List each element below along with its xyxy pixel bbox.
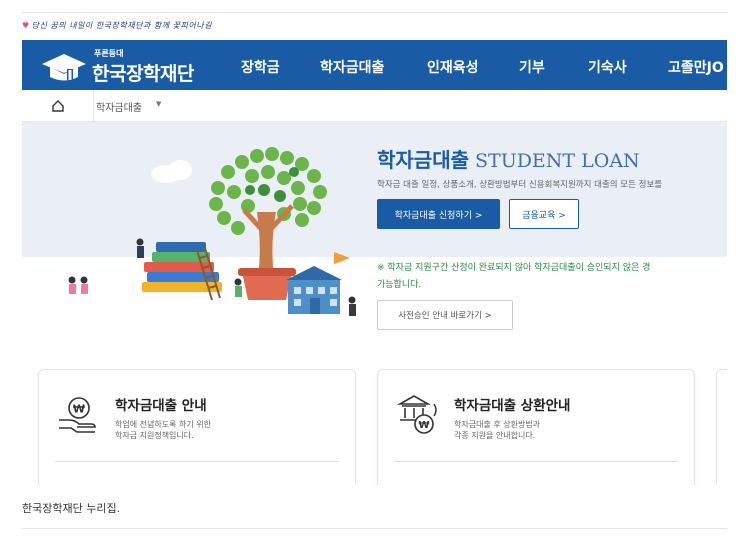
- card-description: 학자금대출 후 상환방법과 각종 지원을 안내합니다.: [454, 420, 541, 440]
- notice-text-line2: 가능합니다.: [377, 280, 422, 290]
- chevron-down-icon[interactable]: ▼: [156, 100, 161, 108]
- loan-guide-card[interactable]: ₩ 학자금대출 안내 학업에 전념하도록 하기 위한 학자금 지원정책입니다.: [38, 369, 356, 485]
- breadcrumb: 학자금대출 ▼: [22, 90, 727, 122]
- nav-highschool-grad[interactable]: 고졸만JO: [668, 57, 724, 77]
- nav-scholarship[interactable]: 장학금: [241, 57, 280, 77]
- home-icon: [51, 99, 64, 112]
- nav-donation[interactable]: 기부: [519, 57, 545, 77]
- nav-dormitory[interactable]: 기숙사: [588, 57, 627, 77]
- card-description: 학업에 전념하도록 하기 위한 학자금 지원정책입니다.: [115, 420, 211, 440]
- logo-title: 한국장학재단: [92, 63, 194, 85]
- card-divider: [394, 461, 678, 462]
- main-navbar: 푸른등대 한국장학재단 장학금 학자금대출 인재육성 기부 기숙사 고졸만JO: [22, 40, 727, 90]
- breadcrumb-current[interactable]: 학자금대출: [96, 99, 142, 114]
- hero-section: 학자금대출 STUDENT LOAN 학자금 대출 일정, 상품소개, 상환방법부…: [22, 122, 727, 352]
- hero-description: 학자금 대출 일정, 상품소개, 상환방법부터 신용회복지원까지 대출의 모든 …: [377, 180, 663, 190]
- notice-text-line1: ※ 학자금 지원구간 산정이 완료되지 않아 학자금대출이 승인되지 않은 경: [377, 263, 651, 273]
- home-button[interactable]: [22, 90, 94, 121]
- nav-student-loan[interactable]: 학자금대출: [320, 57, 384, 77]
- hero-title: 학자금대출 STUDENT LOAN: [377, 148, 640, 172]
- logo-subtitle: 푸른등대: [94, 49, 124, 58]
- won-hand-icon: ₩: [59, 397, 96, 433]
- repayment-guide-card[interactable]: ₩ 학자금대출 상환안내 학자금대출 후 상환방법과 각종 지원을 안내합니다.: [377, 369, 695, 485]
- bank-won-icon: ₩: [396, 395, 437, 434]
- partial-card[interactable]: [716, 369, 727, 485]
- site-logo[interactable]: 푸른등대 한국장학재단: [40, 46, 220, 86]
- money-tree-illustration: [68, 147, 356, 316]
- header-slogan: ♥ 당신 꿈의 내일이 한국장학재단과 함께 꽃피어나길: [22, 21, 212, 30]
- nav-talent[interactable]: 인재육성: [427, 57, 479, 77]
- top-divider: [22, 12, 727, 13]
- financial-education-button[interactable]: 금융교육 >: [509, 199, 579, 229]
- bottom-divider: [22, 528, 727, 529]
- svg-text:₩: ₩: [418, 420, 429, 431]
- image-caption: 한국장학재단 누리집.: [22, 502, 121, 515]
- card-title: 학자금대출 상환안내: [454, 398, 571, 414]
- service-cards: ₩ 학자금대출 안내 학업에 전념하도록 하기 위한 학자금 지원정책입니다. …: [22, 352, 727, 485]
- svg-text:₩: ₩: [73, 403, 85, 416]
- apply-loan-button[interactable]: 학자금대출 신청하기 >: [377, 199, 500, 229]
- heart-icon: ♥: [22, 21, 30, 30]
- graduation-cap-icon: [42, 54, 86, 81]
- card-title: 학자금대출 안내: [115, 398, 207, 414]
- card-divider: [55, 461, 339, 462]
- pre-approval-link-button[interactable]: 사전승인 안내 바로가기 >: [377, 300, 513, 330]
